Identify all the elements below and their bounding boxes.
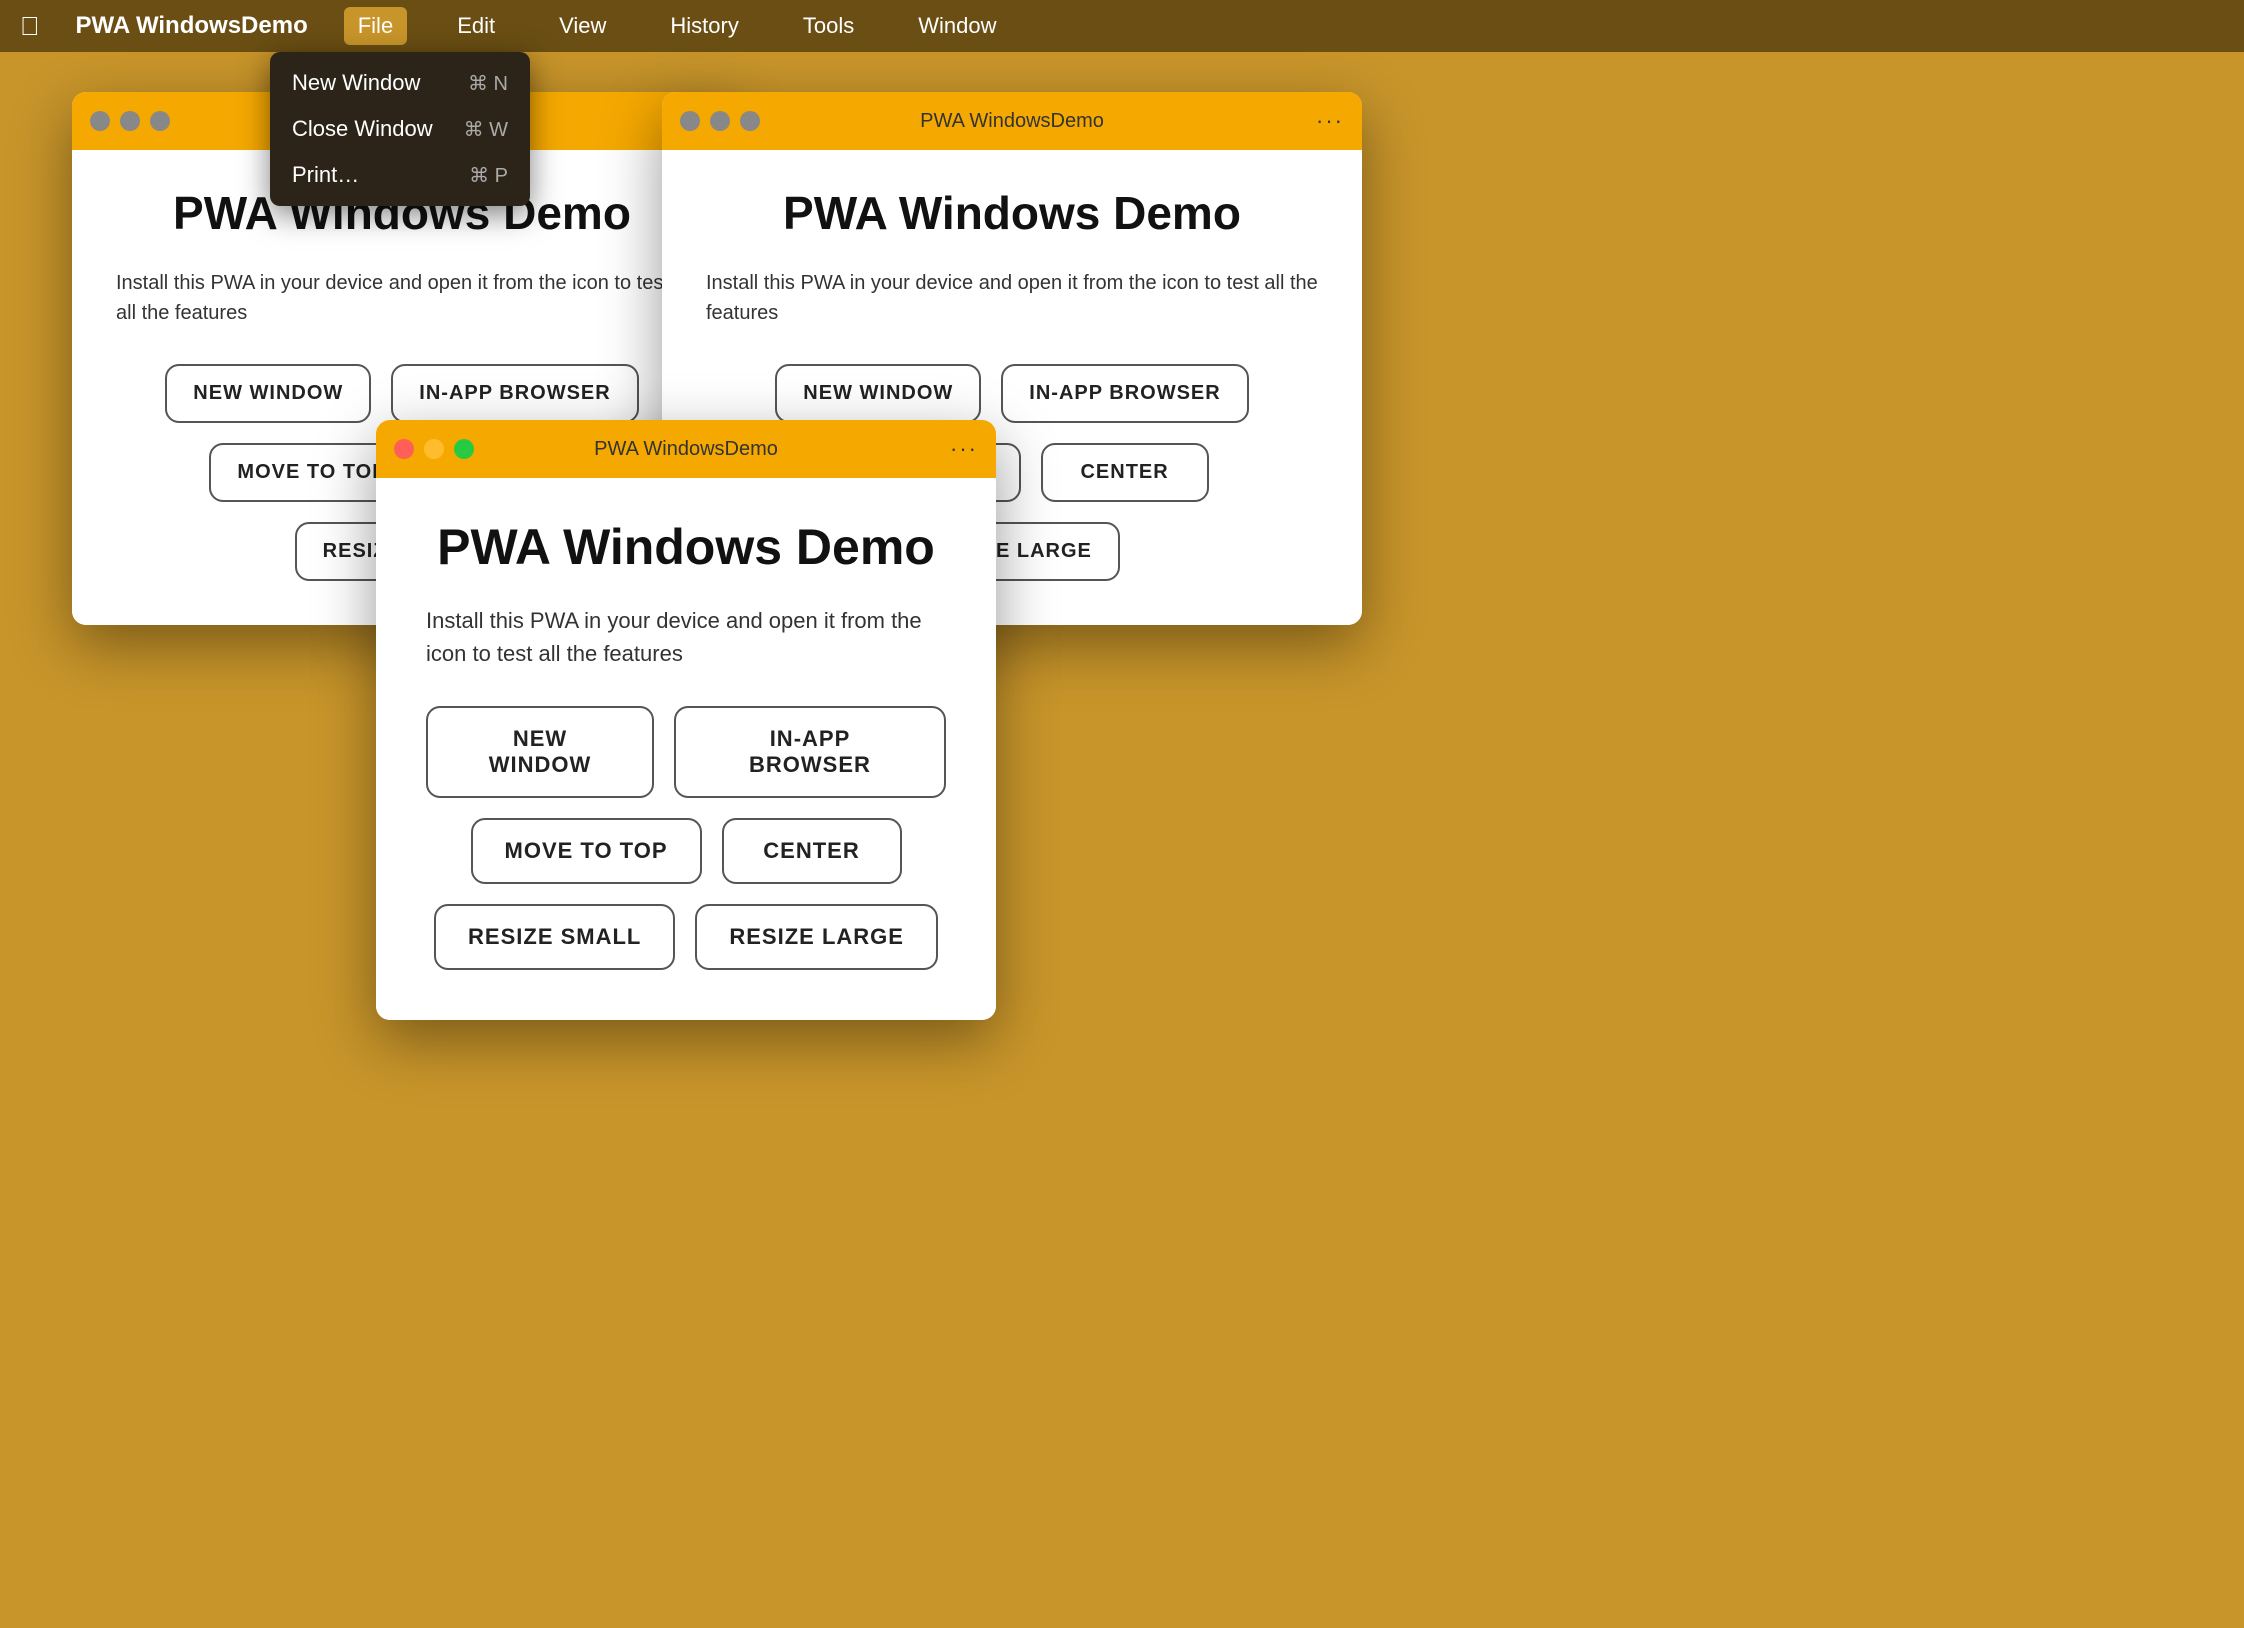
minimize-button-2[interactable] bbox=[710, 111, 730, 131]
traffic-lights-1 bbox=[90, 111, 170, 131]
apple-menu-icon[interactable]:  bbox=[20, 11, 40, 42]
btn-row-3-3: RESIZE SMALL RESIZE LARGE bbox=[434, 904, 938, 970]
menu-item-new-window[interactable]: New Window ⌘ N bbox=[270, 60, 530, 106]
btn-resize-small-3[interactable]: RESIZE SMALL bbox=[434, 904, 675, 970]
btn-inapp-browser-3[interactable]: IN-APP BROWSER bbox=[674, 706, 946, 798]
traffic-lights-3 bbox=[394, 439, 474, 459]
btn-row-3-1: NEW WINDOW IN-APP BROWSER bbox=[426, 706, 946, 798]
window-more-2[interactable]: ··· bbox=[1316, 108, 1344, 134]
btn-resize-large-3[interactable]: RESIZE LARGE bbox=[695, 904, 938, 970]
close-window-label: Close Window bbox=[292, 116, 433, 142]
btn-center-3[interactable]: CENTER bbox=[722, 818, 902, 884]
btn-inapp-browser-2[interactable]: IN-APP BROWSER bbox=[1001, 364, 1248, 423]
pwa-heading-2: PWA Windows Demo bbox=[706, 186, 1318, 240]
close-window-shortcut: ⌘ W bbox=[464, 117, 508, 142]
new-window-shortcut: ⌘ N bbox=[468, 71, 508, 96]
minimize-button-3[interactable] bbox=[424, 439, 444, 459]
titlebar-2: PWA WindowsDemo ··· bbox=[662, 92, 1362, 150]
menu-item-print[interactable]: Print… ⌘ P bbox=[270, 152, 530, 198]
menu-window[interactable]: Window bbox=[904, 7, 1010, 45]
btn-new-window-2[interactable]: NEW WINDOW bbox=[775, 364, 981, 423]
app-name-label: PWA WindowsDemo bbox=[76, 12, 308, 40]
file-dropdown-menu: New Window ⌘ N Close Window ⌘ W Print… ⌘… bbox=[270, 52, 530, 206]
minimize-button-1[interactable] bbox=[120, 111, 140, 131]
maximize-button-2[interactable] bbox=[740, 111, 760, 131]
close-button-3[interactable] bbox=[394, 439, 414, 459]
menu-item-close-window[interactable]: Close Window ⌘ W bbox=[270, 106, 530, 152]
pwa-heading-3: PWA Windows Demo bbox=[426, 518, 946, 576]
btn-row-3-2: MOVE TO TOP CENTER bbox=[471, 818, 902, 884]
close-button-2[interactable] bbox=[680, 111, 700, 131]
menu-edit[interactable]: Edit bbox=[443, 7, 509, 45]
maximize-button-1[interactable] bbox=[150, 111, 170, 131]
window-content-3: PWA Windows Demo Install this PWA in you… bbox=[376, 478, 996, 1020]
menu-view[interactable]: View bbox=[545, 7, 620, 45]
titlebar-3: PWA WindowsDemo ··· bbox=[376, 420, 996, 478]
btn-move-top-3[interactable]: MOVE TO TOP bbox=[471, 818, 702, 884]
pwa-desc-1: Install this PWA in your device and open… bbox=[116, 268, 688, 328]
traffic-lights-2 bbox=[680, 111, 760, 131]
menubar:  PWA WindowsDemo File Edit View History… bbox=[0, 0, 2244, 52]
window-more-3[interactable]: ··· bbox=[950, 436, 978, 462]
print-label: Print… bbox=[292, 162, 359, 188]
menu-file[interactable]: File bbox=[344, 7, 407, 45]
window-title-2: PWA WindowsDemo bbox=[920, 110, 1104, 133]
btn-center-2[interactable]: CENTER bbox=[1041, 443, 1209, 502]
btn-grid-3: NEW WINDOW IN-APP BROWSER MOVE TO TOP CE… bbox=[426, 706, 946, 970]
close-button-1[interactable] bbox=[90, 111, 110, 131]
menu-history[interactable]: History bbox=[656, 7, 752, 45]
btn-new-window-1[interactable]: NEW WINDOW bbox=[165, 364, 371, 423]
print-shortcut: ⌘ P bbox=[469, 163, 508, 188]
new-window-label: New Window bbox=[292, 70, 420, 96]
btn-inapp-browser-1[interactable]: IN-APP BROWSER bbox=[391, 364, 638, 423]
pwa-desc-3: Install this PWA in your device and open… bbox=[426, 604, 946, 670]
btn-row-2-1: NEW WINDOW IN-APP BROWSER bbox=[775, 364, 1248, 423]
maximize-button-3[interactable] bbox=[454, 439, 474, 459]
pwa-window-3: PWA WindowsDemo ··· PWA Windows Demo Ins… bbox=[376, 420, 996, 1020]
window-title-3: PWA WindowsDemo bbox=[594, 438, 778, 461]
menu-tools[interactable]: Tools bbox=[789, 7, 868, 45]
pwa-desc-2: Install this PWA in your device and open… bbox=[706, 268, 1318, 328]
btn-row-1-1: NEW WINDOW IN-APP BROWSER bbox=[165, 364, 638, 423]
btn-new-window-3[interactable]: NEW WINDOW bbox=[426, 706, 654, 798]
